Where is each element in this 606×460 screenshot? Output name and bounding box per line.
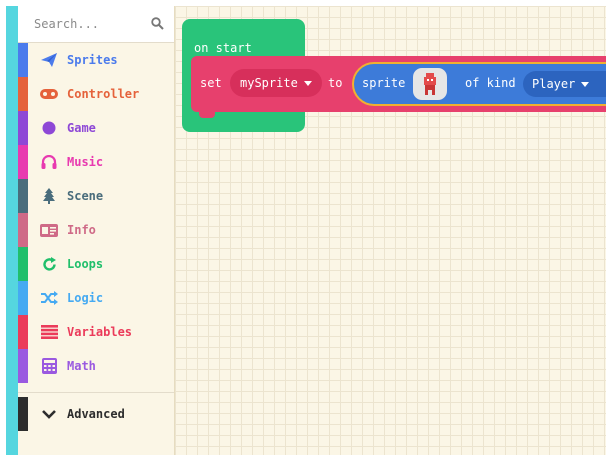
category-color-bar [18, 145, 28, 179]
category-color-bar [18, 247, 28, 281]
category-label: Controller [67, 87, 140, 101]
category-color-bar [18, 43, 28, 77]
chevron-down-icon [38, 409, 60, 419]
dropdown-caret-icon [303, 80, 312, 86]
category-label: Variables [67, 325, 133, 339]
category-label: Advanced [67, 407, 125, 421]
category-math[interactable]: Math [18, 349, 174, 383]
category-game[interactable]: Game [18, 111, 174, 145]
toolbox-search[interactable] [18, 6, 174, 43]
kind-dropdown[interactable]: Player [523, 71, 606, 97]
refresh-icon [38, 256, 60, 272]
category-color-bar [18, 315, 28, 349]
category-label: Logic [67, 291, 104, 305]
variable-dropdown[interactable]: mySprite [230, 69, 322, 97]
editor-accent-strip [6, 6, 18, 455]
category-controller[interactable]: Controller [18, 77, 174, 111]
kind-value: Player [532, 77, 576, 91]
category-label: Sprites [67, 53, 118, 67]
category-label: Math [67, 359, 96, 373]
category-color-bar [18, 349, 28, 383]
category-loops[interactable]: Loops [18, 247, 174, 281]
list-icon [38, 325, 60, 339]
category-color-bar [18, 281, 28, 315]
id-card-icon [38, 223, 60, 237]
circle-icon [38, 121, 60, 135]
sprite-image-icon [424, 73, 436, 95]
category-color-bar [18, 397, 28, 431]
set-label: set [200, 76, 222, 90]
to-label: to [328, 76, 343, 90]
toolbox-divider [18, 392, 174, 393]
search-icon[interactable] [151, 15, 164, 34]
headphones-icon [38, 155, 60, 169]
blocks-workspace[interactable]: on start set mySprite to sprite of kind [175, 6, 606, 455]
category-label: Game [67, 121, 96, 135]
category-label: Music [67, 155, 104, 169]
category-label: Loops [67, 257, 104, 271]
category-label: Scene [67, 189, 104, 203]
category-color-bar [18, 77, 28, 111]
makecode-editor: Sprites Controller Game Music [6, 6, 606, 455]
gamepad-icon [38, 88, 60, 100]
category-variables[interactable]: Variables [18, 315, 174, 349]
search-input[interactable] [34, 17, 144, 31]
category-music[interactable]: Music [18, 145, 174, 179]
toolbox: Sprites Controller Game Music [18, 6, 175, 455]
category-logic[interactable]: Logic [18, 281, 174, 315]
category-scene[interactable]: Scene [18, 179, 174, 213]
paper-plane-icon [38, 53, 60, 67]
set-block-tab [199, 112, 215, 118]
variable-name: mySprite [240, 76, 298, 90]
category-label: Info [67, 223, 96, 237]
dropdown-caret-icon [581, 81, 590, 87]
sprite-label: sprite [362, 76, 406, 90]
category-color-bar [18, 111, 28, 145]
category-info[interactable]: Info [18, 213, 174, 247]
category-sprites[interactable]: Sprites [18, 43, 174, 77]
calculator-icon [38, 358, 60, 374]
tree-icon [38, 188, 60, 204]
category-advanced[interactable]: Advanced [18, 397, 174, 431]
sprite-image-slot[interactable] [413, 68, 447, 100]
on-start-label: on start [194, 41, 252, 55]
category-color-bar [18, 213, 28, 247]
of-kind-label: of kind [465, 76, 516, 90]
category-color-bar [18, 179, 28, 213]
shuffle-icon [38, 291, 60, 305]
